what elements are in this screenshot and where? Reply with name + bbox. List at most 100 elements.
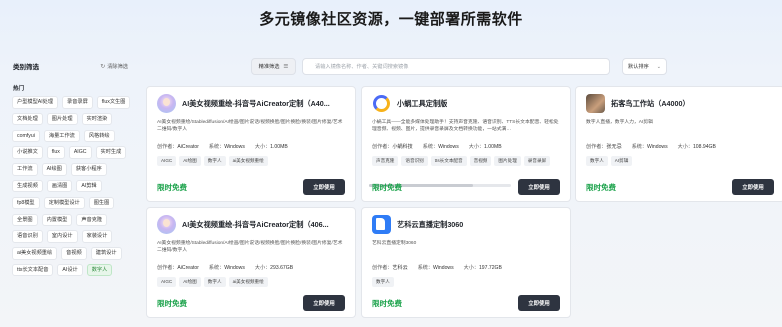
card-footer: 限时免费 立即使用 [147,295,355,311]
sort-label: 默认排序 [628,64,649,70]
category-tag[interactable]: AI剪辑 [76,179,102,193]
category-tag[interactable]: ai美女视频重绘 [12,247,58,260]
size-meta: 大小：293.67GB [255,264,293,271]
author-meta: 创作者：张无忌 [586,143,622,150]
category-tag[interactable]: AI绘图 [41,163,67,176]
app-logo-icon [372,215,391,234]
clear-filter-button[interactable]: ↻ 清除筛选 [100,63,128,70]
system-label: 系统： [208,144,225,150]
image-card[interactable]: AI美女视频重绘-抖音号AiCreator定制（A40... AI美女视频重绘/S… [146,86,356,202]
card-footer: 限时免费 立即使用 [576,179,782,195]
use-now-button[interactable]: 立即使用 [518,179,560,195]
category-tag[interactable]: fp8模型 [12,196,40,210]
image-card[interactable]: 艺科云直播定制3060 艺科云直播定制3060 创作者：艺科云 系统：Windows 大… [361,207,571,318]
category-tag[interactable]: AI设计 [57,263,83,277]
author-label: 创作者： [586,144,607,150]
category-tag[interactable]: 生成视频 [12,179,43,193]
category-tag[interactable]: 图片处理 [46,112,78,126]
precise-filter-button[interactable]: 精准筛选 ☰ [251,58,296,75]
card-tag: 图片处理 [494,156,521,166]
system-value: Windows [432,265,454,271]
card-tag: 语音识别 [401,156,428,166]
author-value: 艺科云 [392,265,408,271]
card-title[interactable]: AI美女视频重绘-抖音号AiCreator定制（A40... [182,99,330,109]
category-tag[interactable]: 工作流 [12,163,38,176]
system-meta: 系统：Windows [423,143,459,150]
tag-list: 户型模型AI处理 录音录屏 flux文生图文档处理 图片处理 实时渲染 comfyui 海量… [8,96,132,277]
use-now-button[interactable]: 立即使用 [518,295,560,311]
category-tag[interactable]: 语音识别 [12,230,43,243]
category-tag[interactable]: 风格转绘 [83,129,115,143]
category-tag[interactable]: 音视频 [61,247,87,260]
category-tag[interactable]: 获客小程序 [70,163,107,176]
category-tag[interactable]: 户型模型AI处理 [12,96,59,109]
author-value: 小蜗科技 [392,144,413,150]
image-card[interactable]: 小蜗工具定制版小蜗工具——全能多媒体处理助手！支持声音克隆、语音识别、TTS长文… [361,86,571,202]
card-title[interactable]: AI美女视频重绘-抖音号AiCreator定制（406... [182,220,329,230]
card-title[interactable]: 艺科云直播定制3060 [397,220,463,230]
price-label: 限时免费 [586,182,616,192]
category-tag[interactable]: comfyui [12,129,40,143]
author-value: AiCreator [177,265,199,271]
system-value: Windows [224,144,245,150]
category-tag[interactable]: 家装设计 [81,230,113,243]
price-label: 限时免费 [372,182,402,192]
sort-select[interactable]: 默认排序 ⌄ [622,58,667,75]
category-tag[interactable]: 录音录屏 [62,96,93,109]
card-description: 小蜗工具——全能多媒体处理助手！支持声音克隆、语音识别、TTS长文本配音、轻松处… [372,120,559,133]
search-input[interactable]: 请输入镜像名称、作者、关键词搜索镜像 [302,58,610,75]
category-tag[interactable]: 海量工作流 [43,129,80,143]
system-value: Windows [438,144,459,150]
card-title[interactable]: 小蜗工具定制版 [397,99,447,109]
category-tag[interactable]: 声音克隆 [76,213,108,227]
hot-section-label: 热门 [13,86,25,92]
card-tag: ai美女视频重绘 [228,277,268,287]
system-meta: 系统：Windows [209,143,245,150]
category-tag[interactable]: 画清图 [46,179,73,193]
price-label: 限时免费 [157,298,187,308]
image-card[interactable]: AI美女视频重绘-抖音号AiCreator定制（406... AI美女视频重绘/S… [146,207,356,318]
category-tag[interactable]: 文档处理 [12,112,43,126]
card-description: AI美女视频重绘/Stablediffusion/AI绘画/图片说话/视频换脸/… [157,120,343,133]
category-tag[interactable]: 内置模型 [41,213,73,227]
category-tag[interactable]: 室内设计 [46,230,78,243]
category-tag[interactable]: 图生图 [88,196,115,210]
category-tag[interactable]: 定制模型设计 [43,196,85,210]
author-meta: 创作者：艺科云 [372,264,408,271]
use-now-button[interactable]: 立即使用 [303,295,345,311]
sidebar-header: 类别筛选 ↻ 清除筛选 [8,58,132,74]
system-value: Windows [224,265,245,271]
card-footer: 限时免费 立即使用 [362,295,570,311]
card-tag: 数字人 [586,156,608,166]
category-tag[interactable]: 建筑设计 [90,247,122,260]
category-tag[interactable]: flux文生图 [96,96,131,109]
card-tag: 数字人 [372,277,394,287]
author-meta: 创作者：小蜗科技 [372,143,413,150]
use-now-button[interactable]: 立即使用 [732,179,774,195]
image-card[interactable]: 拓客鸟工作站（A4000） 数字人直播，数字人力，AI剪辑 创作者：张无忌 系统：Wi… [575,86,782,202]
size-label: 大小： [468,144,485,150]
size-value: 1.00MB [270,144,288,150]
page-title: 多元镜像社区资源，一键部署所需软件 [259,11,523,28]
app-logo-icon [372,94,391,113]
card-title[interactable]: 拓客鸟工作站（A4000） [611,99,690,109]
category-tag[interactable]: 数字人 [86,263,113,277]
system-value: Windows [646,144,668,150]
category-tag[interactable]: 小说推文 [12,146,43,159]
category-tag[interactable]: flux [46,146,65,159]
card-meta: 创作者：小蜗科技 系统：Windows 大小：1.00MB [362,143,570,150]
card-tag: 声音克隆 [372,156,399,166]
category-tag[interactable]: tts长文本配音 [12,263,54,277]
size-label: 大小： [254,265,271,271]
author-label: 创作者： [157,144,178,150]
card-header: AI美女视频重绘-抖音号AiCreator定制（A40... [147,87,355,113]
category-tag[interactable]: AIGC [68,146,92,159]
category-tag[interactable]: 实时生成 [95,146,127,159]
size-value: 197.72GB [478,265,502,271]
card-footer: 限时免费 立即使用 [147,179,355,195]
author-label: 创作者： [372,265,393,271]
category-tag[interactable]: 全景图 [12,213,38,227]
system-label: 系统： [208,265,225,271]
category-tag[interactable]: 实时渲染 [81,112,113,126]
use-now-button[interactable]: 立即使用 [303,179,345,195]
